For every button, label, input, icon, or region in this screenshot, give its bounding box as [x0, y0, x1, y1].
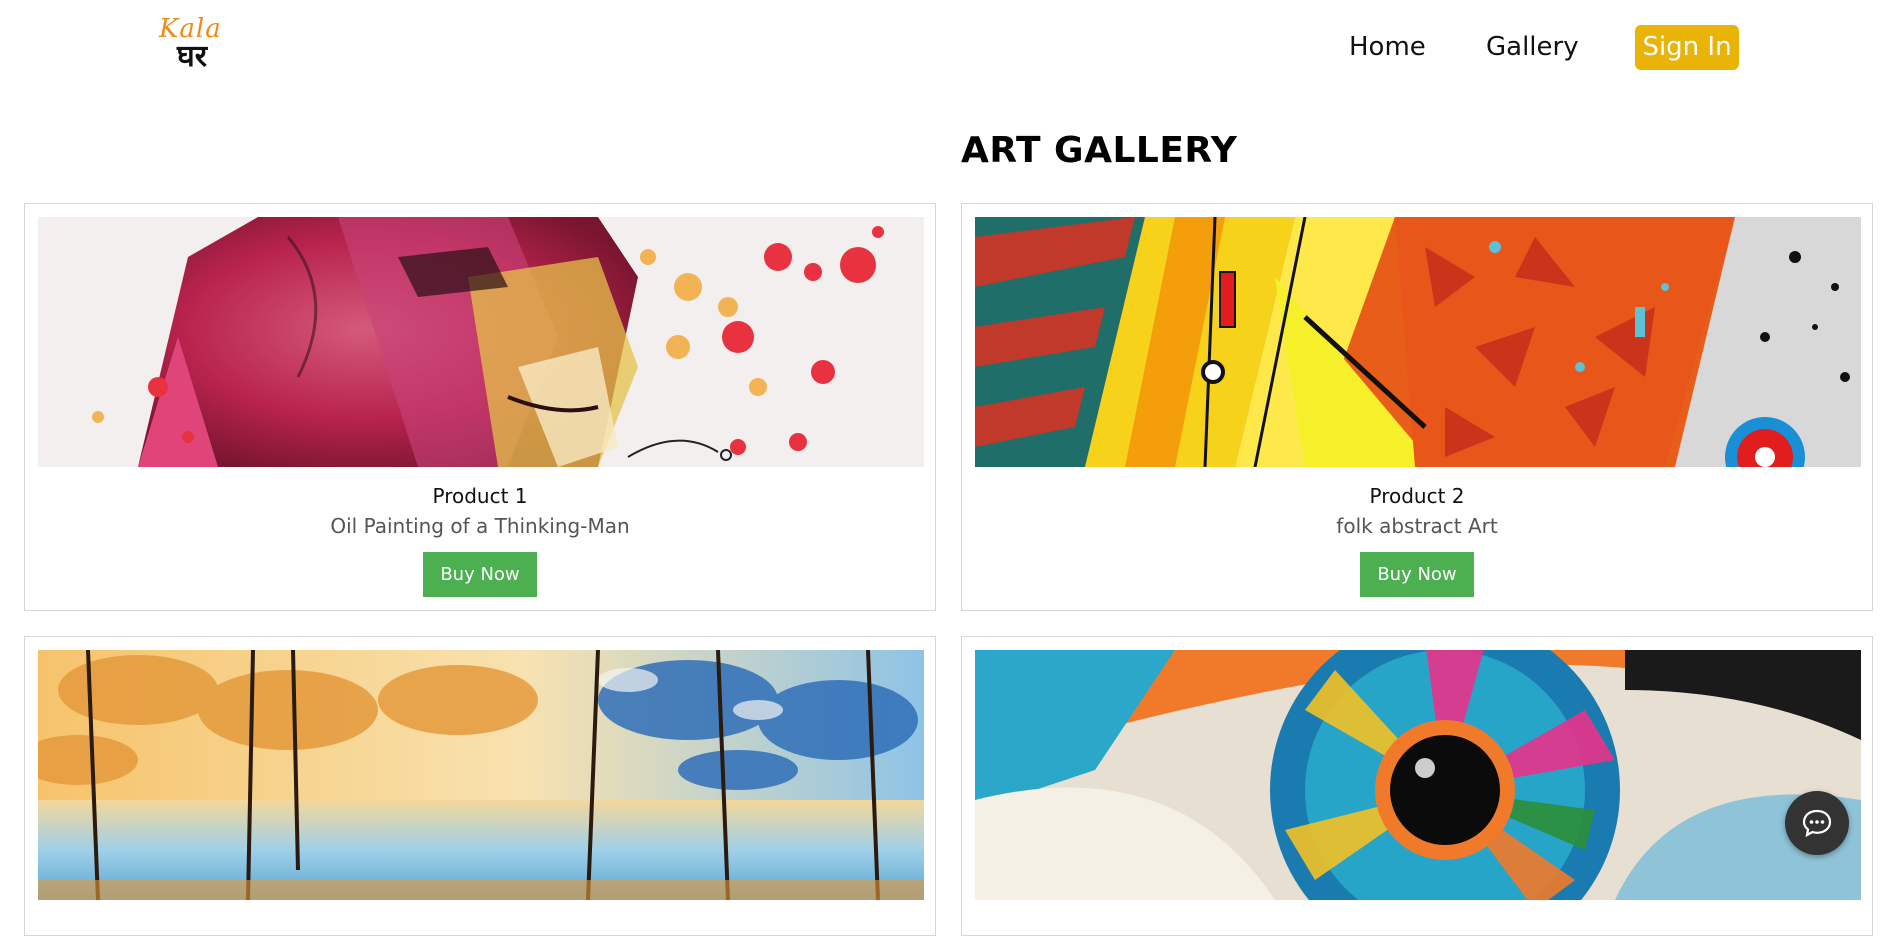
product-description: folk abstract Art: [1336, 514, 1498, 538]
product-description: Oil Painting of a Thinking-Man: [330, 514, 630, 538]
product-image-thinking-man[interactable]: [38, 217, 924, 467]
product-image-folk-abstract[interactable]: [975, 217, 1861, 467]
site-header: Kala घर Home Gallery Sign In: [0, 0, 1889, 95]
chat-button[interactable]: [1785, 791, 1849, 855]
product-image-colorful-eye[interactable]: [975, 650, 1861, 900]
product-card: Product 2 folk abstract Art Buy Now: [961, 203, 1873, 611]
buy-now-button[interactable]: Buy Now: [423, 552, 537, 597]
product-image-autumn-lake[interactable]: [38, 650, 924, 900]
page-title: ART GALLERY: [961, 130, 1238, 171]
product-name: Product 2: [1369, 484, 1465, 508]
sign-in-button[interactable]: Sign In: [1635, 25, 1739, 70]
product-card: [961, 636, 1873, 936]
logo-devanagari-text: घर: [177, 39, 207, 74]
product-name: Product 1: [432, 484, 528, 508]
buy-now-button[interactable]: Buy Now: [1360, 552, 1474, 597]
product-card: Product 1 Oil Painting of a Thinking-Man…: [24, 203, 936, 611]
product-card: [24, 636, 936, 936]
chat-bubble-icon: [1802, 809, 1832, 838]
nav-home-link[interactable]: Home: [1349, 30, 1426, 64]
kala-ghar-logo[interactable]: Kala घर: [157, 14, 221, 78]
nav-gallery-link[interactable]: Gallery: [1486, 30, 1579, 64]
